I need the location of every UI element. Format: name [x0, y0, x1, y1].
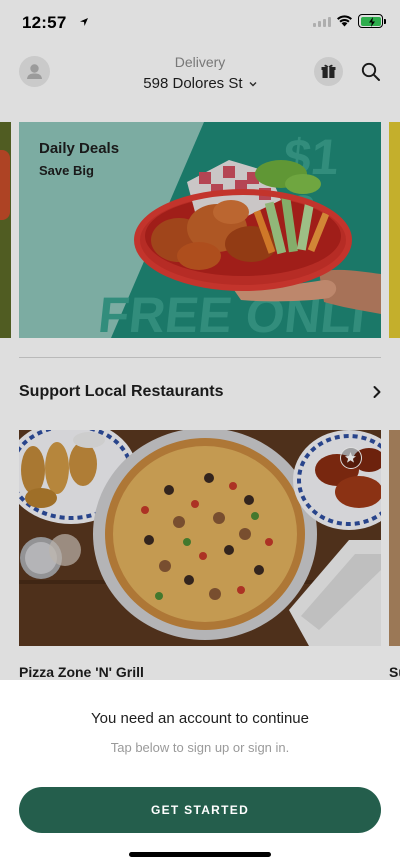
get-started-button[interactable]: GET STARTED: [19, 787, 381, 833]
home-indicator: [129, 852, 271, 857]
signup-bottom-sheet: You need an account to continue Tap belo…: [0, 680, 400, 866]
sheet-subtitle: Tap below to sign up or sign in.: [110, 740, 290, 755]
modal-backdrop[interactable]: [0, 0, 400, 682]
sheet-title: You need an account to continue: [91, 710, 309, 727]
